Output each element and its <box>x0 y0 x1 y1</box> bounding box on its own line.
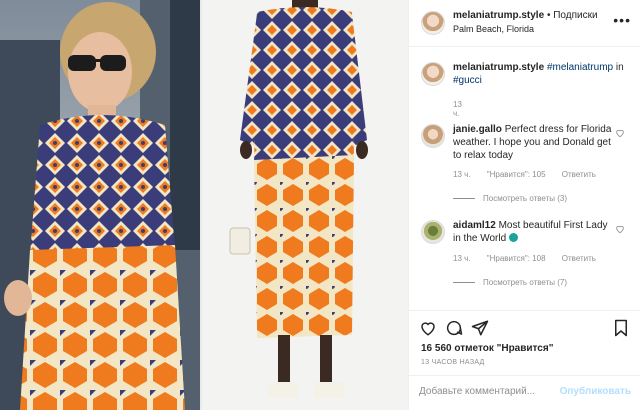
username-link[interactable]: aidaml12 <box>453 220 496 231</box>
likes-count[interactable]: 16 560 отметок "Нравится" <box>421 343 553 354</box>
username-link[interactable]: melaniatrump.style <box>453 62 544 73</box>
hashtag-link[interactable]: #gucci <box>453 75 482 86</box>
post-media[interactable] <box>0 0 408 410</box>
comment-bubble-icon[interactable] <box>445 319 463 337</box>
timestamp: 13 ч. <box>453 254 471 263</box>
hashtag-link[interactable]: #melaniatrump <box>547 62 613 73</box>
comment-input[interactable] <box>419 386 559 397</box>
comment-likes-count[interactable]: "Нравится": 105 <box>487 170 546 179</box>
username-link[interactable]: janie.gallo <box>453 124 502 135</box>
comment-text: aidaml12 Most beautiful First Lady in th… <box>453 219 613 245</box>
avatar[interactable] <box>421 220 445 244</box>
comment-likes-count[interactable]: "Нравится": 108 <box>487 254 546 263</box>
reply-button[interactable]: Ответить <box>562 254 596 263</box>
timestamp: 13 ч. <box>453 170 471 179</box>
reply-button[interactable]: Ответить <box>562 170 596 179</box>
green-circle-emoji-icon <box>508 233 518 242</box>
avatar[interactable] <box>421 124 445 148</box>
comment-meta: 13 ч. "Нравится": 105 Ответить <box>453 170 610 179</box>
following-button[interactable]: Подписки <box>553 10 597 21</box>
like-heart-icon[interactable] <box>419 319 437 337</box>
comment-meta: 13 ч. "Нравится": 108 Ответить <box>453 254 610 263</box>
bookmark-icon[interactable] <box>613 319 629 337</box>
share-send-icon[interactable] <box>471 319 489 337</box>
comments-list[interactable]: melaniatrump.style #melaniatrump in #guc… <box>409 48 640 310</box>
comment-text: janie.gallo Perfect dress for Florida we… <box>453 123 613 162</box>
more-icon[interactable]: ••• <box>613 12 631 28</box>
post-actions: 16 560 отметок "Нравится" 13 ЧАСОВ НАЗАД… <box>409 310 640 410</box>
post-header-user: melaniatrump.style • Подписки <box>453 10 598 21</box>
publish-button[interactable]: Опубликовать <box>560 386 631 397</box>
caption-in-text: in <box>615 62 624 73</box>
view-replies-button[interactable]: Посмотреть ответы (3) <box>453 194 567 203</box>
timestamp: 13 ч. <box>453 100 462 118</box>
avatar[interactable] <box>421 11 445 35</box>
caption-text: melaniatrump.style #melaniatrump in #guc… <box>453 61 629 87</box>
like-heart-icon[interactable] <box>615 224 625 234</box>
photo-right-dress-model <box>202 0 408 410</box>
photo-left-melania <box>0 0 200 410</box>
post-side-panel: melaniatrump.style • Подписки Palm Beach… <box>408 0 640 410</box>
post-timestamp: 13 ЧАСОВ НАЗАД <box>421 359 485 366</box>
post-header: melaniatrump.style • Подписки Palm Beach… <box>409 0 640 47</box>
like-heart-icon[interactable] <box>615 128 625 138</box>
location-link[interactable]: Palm Beach, Florida <box>453 24 534 34</box>
view-replies-button[interactable]: Посмотреть ответы (7) <box>453 278 567 287</box>
avatar[interactable] <box>421 62 445 86</box>
username-link[interactable]: melaniatrump.style <box>453 10 544 21</box>
add-comment-bar: Опубликовать <box>409 375 640 410</box>
